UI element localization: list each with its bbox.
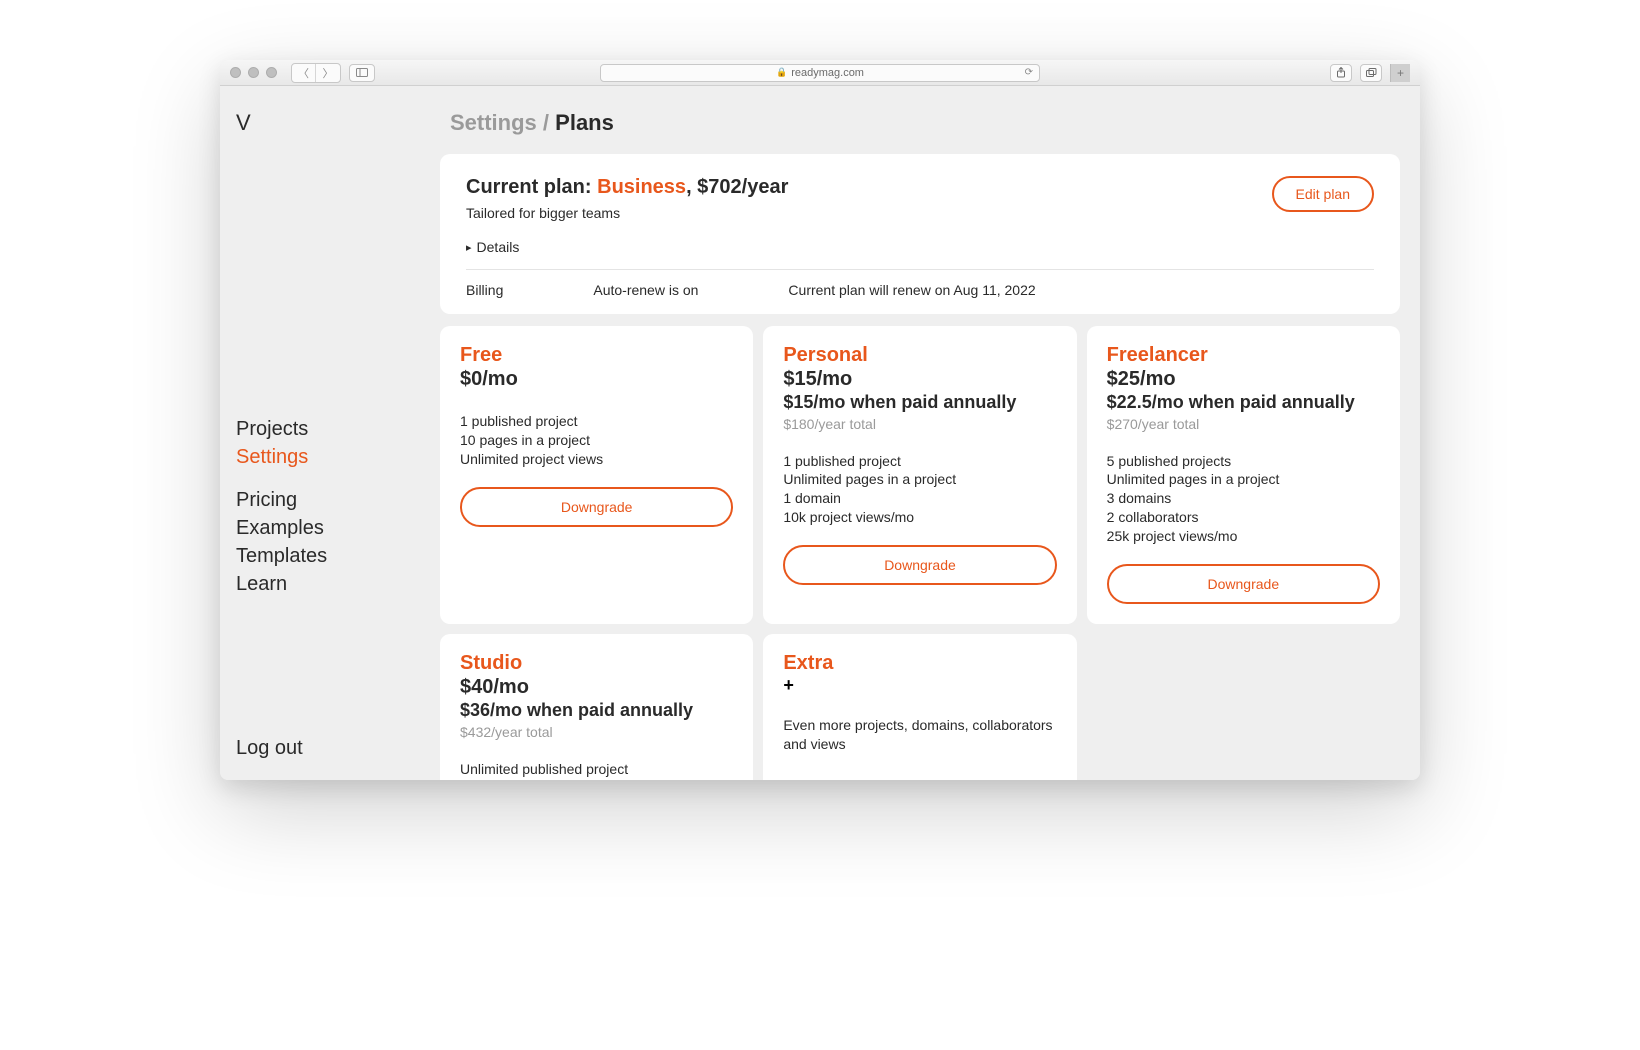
plan-feature: 1 domain	[783, 489, 1056, 508]
plan-feature: 1 published project	[783, 452, 1056, 471]
close-dot[interactable]	[230, 67, 241, 78]
plan-price: +	[783, 675, 1056, 696]
sidebar-item-projects[interactable]: Projects	[236, 416, 424, 443]
plan-feature: Unlimited pages in a project	[460, 779, 733, 780]
plan-total: $180/year total	[783, 416, 1056, 432]
sidebar-item-settings[interactable]: Settings	[236, 444, 424, 471]
breadcrumb-section[interactable]: Settings	[450, 110, 537, 135]
sidebar-item-examples[interactable]: Examples	[236, 515, 424, 542]
plan-price: $25/mo	[1107, 367, 1380, 392]
current-plan-panel: Current plan: Business, $702/year Tailor…	[440, 154, 1400, 314]
content: V ProjectsSettings PricingExamplesTempla…	[220, 86, 1420, 780]
plan-card-personal: Personal$15/mo$15/mo when paid annually $…	[763, 326, 1076, 624]
tabs-button[interactable]	[1360, 64, 1382, 82]
titlebar: 〈 〉 🔒 readymag.com ⟳ +	[220, 60, 1420, 86]
plan-feature: Unlimited published project	[460, 760, 733, 779]
new-tab-button[interactable]: +	[1390, 64, 1410, 82]
browser-window: 〈 〉 🔒 readymag.com ⟳ + V ProjectsSetting…	[220, 60, 1420, 780]
plan-features: 1 published projectUnlimited pages in a …	[783, 452, 1056, 528]
plan-feature: 2 collaborators	[1107, 508, 1380, 527]
plan-annual: $15/mo when paid annually	[783, 392, 1056, 414]
lock-icon: 🔒	[776, 67, 787, 78]
plans-grid: Free$0/mo1 published project10 pages in …	[440, 326, 1400, 780]
nav-arrows: 〈 〉	[291, 63, 341, 83]
plan-total: $432/year total	[460, 724, 733, 740]
plan-feature: Unlimited pages in a project	[783, 470, 1056, 489]
plan-card-freelancer: Freelancer$25/mo$22.5/mo when paid annua…	[1087, 326, 1400, 624]
plan-feature: Unlimited pages in a project	[1107, 470, 1380, 489]
plan-card-extra: Extra+ Even more projects, domains, colla…	[763, 634, 1076, 780]
maximize-dot[interactable]	[266, 67, 277, 78]
plan-name: Personal	[783, 344, 1056, 367]
plan-feature: 1 published project	[460, 412, 733, 431]
minimize-dot[interactable]	[248, 67, 259, 78]
plan-feature: 10k project views/mo	[783, 508, 1056, 527]
sidebar-item-learn[interactable]: Learn	[236, 571, 424, 598]
plan-feature: Even more projects, domains, collaborato…	[783, 716, 1056, 754]
plan-feature: 5 published projects	[1107, 452, 1380, 471]
plan-price: $15/mo	[783, 367, 1056, 392]
sidebar-item-pricing[interactable]: Pricing	[236, 487, 424, 514]
plan-features: Unlimited published projectUnlimited pag…	[460, 760, 733, 780]
edit-plan-button[interactable]: Edit plan	[1272, 176, 1374, 212]
traffic-lights	[230, 67, 277, 78]
plan-name: Free	[460, 344, 733, 367]
current-plan-name: Business	[597, 176, 686, 198]
url-bar[interactable]: 🔒 readymag.com ⟳	[600, 64, 1040, 82]
plan-annual: $36/mo when paid annually	[460, 700, 733, 722]
current-plan-line: Current plan: Business, $702/year	[466, 176, 788, 199]
logout-link[interactable]: Log out	[236, 737, 424, 760]
back-button[interactable]: 〈	[292, 64, 316, 82]
nav-group-primary: ProjectsSettings	[236, 416, 424, 471]
plan-action-button[interactable]: Downgrade	[1107, 564, 1380, 604]
breadcrumb-current: Plans	[555, 110, 614, 135]
plan-name: Freelancer	[1107, 344, 1380, 367]
plan-feature: Unlimited project views	[460, 450, 733, 469]
share-button[interactable]	[1330, 64, 1352, 82]
url-text: readymag.com	[791, 67, 864, 79]
renew-date: Current plan will renew on Aug 11, 2022	[788, 282, 1035, 298]
refresh-icon[interactable]: ⟳	[1025, 67, 1033, 78]
plan-features: 1 published project10 pages in a project…	[460, 412, 733, 469]
plan-price: $40/mo	[460, 675, 733, 700]
avatar[interactable]: V	[236, 110, 424, 136]
breadcrumb: Settings / Plans	[440, 110, 1400, 136]
autorenew-status: Auto-renew is on	[593, 282, 698, 298]
plan-feature: 3 domains	[1107, 489, 1380, 508]
plan-card-studio: Studio$40/mo$36/mo when paid annually $43…	[440, 634, 753, 780]
plan-features: 5 published projectsUnlimited pages in a…	[1107, 452, 1380, 546]
plan-features: Even more projects, domains, collaborato…	[783, 716, 1056, 754]
plan-feature: 25k project views/mo	[1107, 527, 1380, 546]
plan-annual: $22.5/mo when paid annually	[1107, 392, 1380, 414]
plan-action-button[interactable]: Downgrade	[783, 545, 1056, 585]
forward-button[interactable]: 〉	[316, 64, 340, 82]
sidebar: V ProjectsSettings PricingExamplesTempla…	[220, 86, 440, 780]
current-plan-tagline: Tailored for bigger teams	[466, 205, 788, 221]
plan-card-free: Free$0/mo 1 published project10 pages in …	[440, 326, 753, 624]
main: Settings / Plans Current plan: Business,…	[440, 86, 1420, 780]
plan-name: Studio	[460, 652, 733, 675]
plan-total: $270/year total	[1107, 416, 1380, 432]
billing-row: Billing Auto-renew is on Current plan wi…	[466, 269, 1374, 298]
toolbar-right: +	[1330, 64, 1410, 82]
nav-group-secondary: PricingExamplesTemplatesLearn	[236, 487, 424, 598]
plan-action-button[interactable]: Downgrade	[460, 487, 733, 527]
billing-label: Billing	[466, 282, 503, 298]
plan-feature: 10 pages in a project	[460, 431, 733, 450]
sidebar-item-templates[interactable]: Templates	[236, 543, 424, 570]
sidebar-toggle-button[interactable]	[349, 64, 375, 82]
plan-name: Extra	[783, 652, 1056, 675]
plan-price: $0/mo	[460, 367, 733, 392]
details-toggle[interactable]: Details	[466, 239, 1374, 255]
